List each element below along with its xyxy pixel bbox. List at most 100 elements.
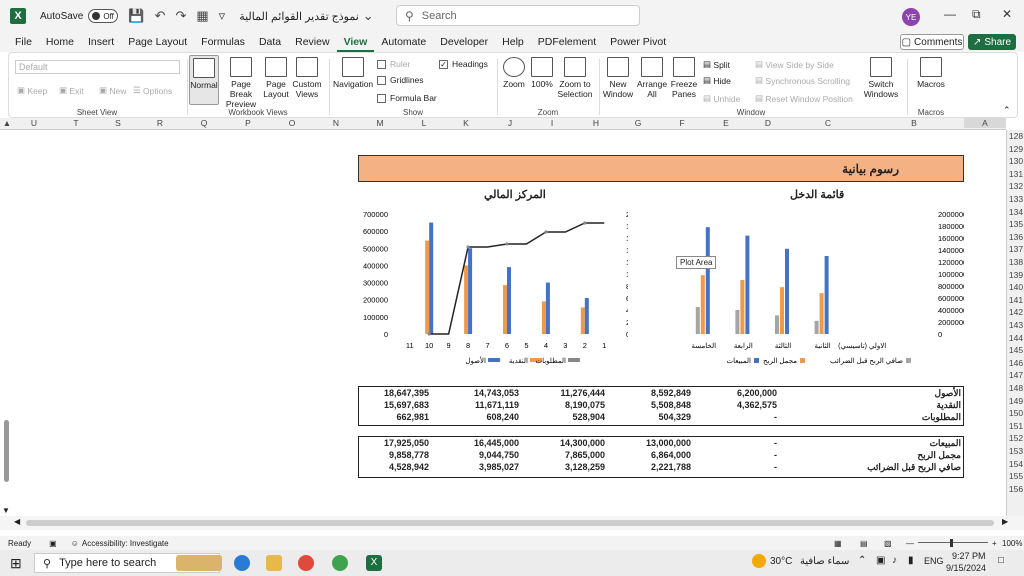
quick-access-icon[interactable]: ▦ xyxy=(196,8,208,24)
table-row-label[interactable]: المبيعات xyxy=(930,438,961,449)
battery-icon[interactable]: ▮ xyxy=(908,555,914,566)
row-header[interactable]: 138 xyxy=(1007,257,1024,267)
unhide-button[interactable]: ▤ Unhide xyxy=(703,93,740,104)
arrange-all-button[interactable]: Arrange All xyxy=(635,57,669,99)
clock-time[interactable]: 9:27 PM xyxy=(952,551,986,561)
column-header[interactable]: K xyxy=(456,118,476,128)
row-header[interactable]: 145 xyxy=(1007,345,1024,355)
table-cell[interactable]: 662,981 xyxy=(369,412,429,422)
table-cell[interactable]: 4,528,942 xyxy=(369,462,429,472)
search-box[interactable]: ⚲ Search xyxy=(396,5,640,26)
synchronous-scrolling-button[interactable]: ▤ Synchronous Scrolling xyxy=(755,75,850,86)
options-button[interactable]: ☰ Options xyxy=(133,85,172,96)
column-header[interactable]: P xyxy=(238,118,258,128)
table-cell[interactable]: 6,200,000 xyxy=(717,388,777,398)
switch-windows-button[interactable]: Switch Windows xyxy=(861,57,901,99)
chrome-icon[interactable] xyxy=(298,555,314,571)
horizontal-scrollbar[interactable]: ◀ ▶ xyxy=(0,516,1024,530)
file-explorer-icon[interactable] xyxy=(266,555,282,571)
row-header[interactable]: 133 xyxy=(1007,194,1024,204)
table-cell[interactable]: - xyxy=(717,450,777,460)
minimize-icon[interactable]: — xyxy=(944,7,956,21)
table-cell[interactable]: - xyxy=(717,438,777,448)
hide-button[interactable]: ▤ Hide xyxy=(703,75,731,86)
normal-view-button[interactable]: Normal xyxy=(189,55,219,105)
exit-button[interactable]: ▣ Exit xyxy=(59,85,84,96)
row-header[interactable]: 130 xyxy=(1007,156,1024,166)
table-cell[interactable]: 9,044,750 xyxy=(459,450,519,460)
table-cell[interactable]: 608,240 xyxy=(459,412,519,422)
search-highlight-icon[interactable] xyxy=(176,555,222,571)
table-row-label[interactable]: الأصول xyxy=(935,388,961,399)
table-cell[interactable]: 7,865,000 xyxy=(545,450,605,460)
restore-icon[interactable]: ⧉ xyxy=(972,7,981,22)
gridlines-checkbox[interactable]: Gridlines xyxy=(377,75,424,85)
table-cell[interactable]: 14,300,000 xyxy=(545,438,605,448)
table-cell[interactable]: 4,362,575 xyxy=(717,400,777,410)
view-side-by-side-button[interactable]: ▤ View Side by Side xyxy=(755,59,834,70)
weather-desc[interactable]: سماء صافية xyxy=(800,556,849,567)
scroll-up-arrow-icon[interactable]: ▲ xyxy=(2,118,12,128)
document-title[interactable]: نموذج تقدير القوائم المالية xyxy=(239,10,359,23)
table-cell[interactable]: 2,221,788 xyxy=(631,462,691,472)
vertical-scrollbar-thumb[interactable] xyxy=(4,420,9,482)
row-header[interactable]: 140 xyxy=(1007,282,1024,292)
row-header[interactable]: 148 xyxy=(1007,383,1024,393)
scroll-right-icon[interactable]: ▶ xyxy=(1002,517,1008,526)
column-header[interactable]: G xyxy=(628,118,648,128)
horizontal-scrollbar-thumb[interactable] xyxy=(26,520,994,526)
row-header[interactable]: 142 xyxy=(1007,307,1024,317)
table-cell[interactable]: - xyxy=(717,462,777,472)
chevron-down-icon[interactable]: ⌄ xyxy=(363,8,374,24)
network-icon[interactable]: ▣ xyxy=(876,555,885,566)
table-cell[interactable]: 5,508,848 xyxy=(631,400,691,410)
row-header[interactable]: 156 xyxy=(1007,484,1024,494)
row-header[interactable]: 149 xyxy=(1007,396,1024,406)
zoom-selection-button[interactable]: Zoom to Selection xyxy=(555,57,595,99)
table-cell[interactable]: 8,190,075 xyxy=(545,400,605,410)
column-header[interactable]: I xyxy=(542,118,562,128)
save-icon[interactable]: 💾 xyxy=(128,8,144,24)
table-cell[interactable]: 17,925,050 xyxy=(369,438,429,448)
zoom-slider[interactable] xyxy=(918,542,988,543)
avatar[interactable]: YE xyxy=(902,8,920,26)
column-header[interactable]: D xyxy=(758,118,778,128)
table-cell[interactable]: 14,743,053 xyxy=(459,388,519,398)
financial-position-chart[interactable]: 700000 600000 500000 400000 300000 200000 1000… xyxy=(358,206,628,376)
table-row-label[interactable]: النقدية xyxy=(936,400,961,411)
menu-pdfelement[interactable]: PDFelement xyxy=(531,32,603,52)
scroll-left-icon[interactable]: ◀ xyxy=(14,517,20,526)
zoom-100-button[interactable]: 100% xyxy=(529,57,555,89)
column-header[interactable]: H xyxy=(586,118,606,128)
autosave-toggle[interactable]: Off xyxy=(88,9,119,23)
menu-automate[interactable]: Automate xyxy=(374,32,433,52)
row-header[interactable]: 153 xyxy=(1007,446,1024,456)
menu-power-pivot[interactable]: Power Pivot xyxy=(603,32,673,52)
zoom-in-icon[interactable]: + xyxy=(992,539,997,548)
language-indicator[interactable]: ENG xyxy=(924,556,944,566)
row-header[interactable]: 154 xyxy=(1007,459,1024,469)
column-header[interactable]: E xyxy=(716,118,736,128)
table-cell[interactable]: - xyxy=(717,412,777,422)
table-row-label[interactable]: مجمل الربح xyxy=(917,450,961,461)
ruler-checkbox[interactable]: Ruler xyxy=(377,59,410,69)
weather-temp[interactable]: 30°C xyxy=(770,556,792,567)
close-icon[interactable]: ✕ xyxy=(1002,7,1012,21)
split-button[interactable]: ▤ Split xyxy=(703,59,730,70)
column-header[interactable]: U xyxy=(24,118,44,128)
collapse-ribbon-icon[interactable]: ⌃ xyxy=(1003,105,1011,116)
menu-insert[interactable]: Insert xyxy=(81,32,121,52)
column-header[interactable]: J xyxy=(500,118,520,128)
row-header[interactable]: 155 xyxy=(1007,471,1024,481)
zoom-level[interactable]: 100% xyxy=(1002,539,1022,548)
share-button[interactable]: ↗ Share xyxy=(968,34,1016,50)
freeze-panes-button[interactable]: Freeze Panes xyxy=(669,57,699,99)
column-header[interactable]: F xyxy=(672,118,692,128)
notification-icon[interactable]: □ xyxy=(998,555,1004,566)
menu-home[interactable]: Home xyxy=(39,32,81,52)
table-cell[interactable]: 6,864,000 xyxy=(631,450,691,460)
column-header[interactable]: B xyxy=(904,118,924,128)
menu-developer[interactable]: Developer xyxy=(433,32,495,52)
headings-checkbox[interactable]: ✓ Headings xyxy=(439,59,488,69)
redo-icon[interactable]: ↷ xyxy=(175,8,186,24)
